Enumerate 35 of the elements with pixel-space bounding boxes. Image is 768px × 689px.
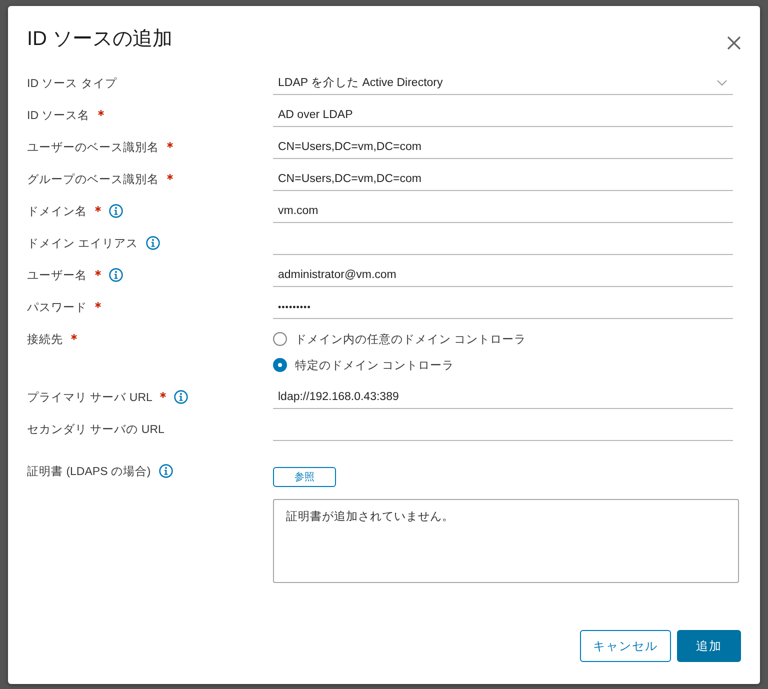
- password-field[interactable]: •••••••••: [273, 295, 733, 319]
- field-label: ID ソース タイプ: [27, 76, 117, 90]
- field-label: ユーザーのベース識別名: [27, 140, 159, 154]
- text-field[interactable]: vm.com: [273, 199, 733, 223]
- info-icon[interactable]: [158, 464, 173, 478]
- text-field[interactable]: AD over LDAP: [273, 103, 733, 127]
- text-field[interactable]: ldap://192.168.0.43:389: [273, 385, 733, 409]
- field-label: ドメイン エイリアス: [27, 236, 138, 250]
- browse-button[interactable]: 参照: [273, 467, 336, 487]
- field-label: ユーザー名: [27, 268, 87, 282]
- field-label: 接続先: [27, 332, 63, 346]
- text-field[interactable]: administrator@vm.com: [273, 263, 733, 287]
- field-label: セカンダリ サーバの URL: [27, 422, 164, 436]
- field-label: プライマリ サーバ URL: [27, 390, 152, 404]
- radio-option[interactable]: 特定のドメイン コントローラ: [273, 352, 454, 378]
- info-icon[interactable]: [174, 390, 188, 404]
- info-icon[interactable]: [109, 204, 123, 218]
- cancel-button[interactable]: キャンセル: [580, 630, 671, 662]
- dialog-title: ID ソースの追加: [27, 26, 173, 50]
- field-label: グループのベース識別名: [27, 172, 159, 186]
- field-label: 証明書 (LDAPS の場合): [27, 464, 151, 478]
- close-icon: [727, 36, 741, 50]
- field-label: パスワード: [27, 300, 87, 314]
- field-label: ドメイン名: [27, 204, 87, 218]
- add-button[interactable]: 追加: [677, 630, 741, 662]
- field-label: ID ソース名: [27, 108, 90, 122]
- certificate-list-box: 証明書が追加されていません。: [273, 499, 739, 583]
- info-icon[interactable]: [146, 236, 160, 250]
- close-button[interactable]: [727, 36, 741, 50]
- dropdown-field[interactable]: LDAP を介した Active Directory: [273, 71, 733, 95]
- radio-option[interactable]: ドメイン内の任意のドメイン コントローラ: [273, 326, 526, 352]
- text-field[interactable]: CN=Users,DC=vm,DC=com: [273, 167, 733, 191]
- chevron-down-icon: [717, 80, 727, 86]
- info-icon[interactable]: [109, 268, 123, 282]
- text-field[interactable]: CN=Users,DC=vm,DC=com: [273, 135, 733, 159]
